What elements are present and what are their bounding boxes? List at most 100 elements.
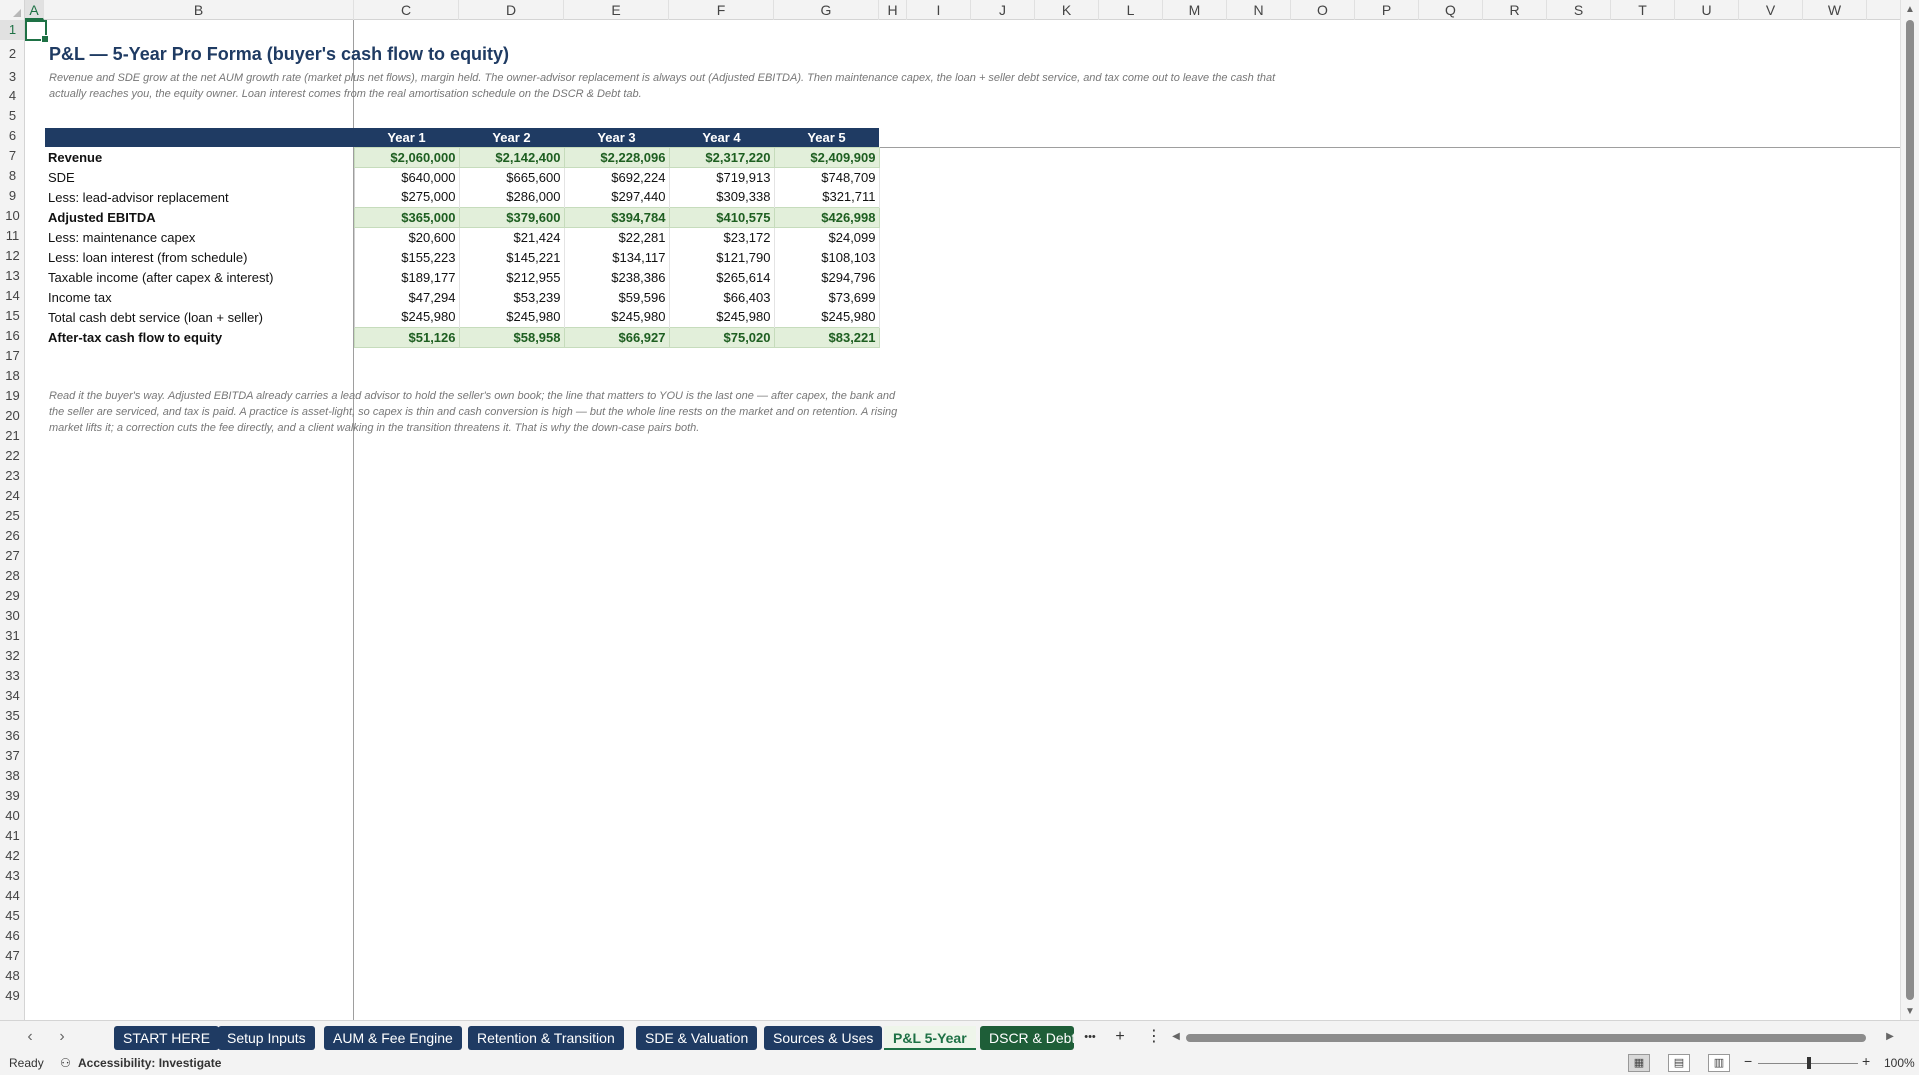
tab-sde-valuation[interactable]: SDE & Valuation (636, 1026, 758, 1050)
tab-aum-fee-engine[interactable]: AUM & Fee Engine (324, 1026, 462, 1050)
value-cell[interactable]: $394,784 (563, 206, 670, 228)
value-cell[interactable]: $66,927 (563, 326, 670, 348)
add-sheet-icon[interactable]: + (1110, 1027, 1130, 1047)
value-cell[interactable]: $379,600 (458, 206, 565, 228)
value-cell[interactable]: $692,224 (564, 167, 670, 187)
page-break-view-icon[interactable]: ▥ (1708, 1054, 1730, 1072)
column-header-w[interactable]: W (1803, 0, 1867, 20)
value-cell[interactable]: $275,000 (353, 187, 460, 207)
value-cell[interactable]: $53,239 (459, 287, 565, 307)
column-header-s[interactable]: S (1547, 0, 1611, 20)
tab-next-icon[interactable]: › (52, 1027, 72, 1047)
value-cell[interactable]: $2,317,220 (668, 146, 775, 168)
value-cell[interactable]: $665,600 (459, 167, 565, 187)
row-header-44[interactable]: 44 (0, 886, 24, 906)
row-header-10[interactable]: 10 (0, 206, 24, 226)
row-header-16[interactable]: 16 (0, 326, 24, 346)
row-header-19[interactable]: 19 (0, 386, 24, 406)
value-cell[interactable]: $748,709 (774, 167, 880, 187)
column-header-p[interactable]: P (1355, 0, 1419, 20)
value-cell[interactable]: $2,060,000 (353, 146, 460, 168)
row-header-26[interactable]: 26 (0, 526, 24, 546)
column-header-e[interactable]: E (564, 0, 669, 20)
value-cell[interactable]: $108,103 (774, 247, 880, 267)
horizontal-scrollbar[interactable] (1186, 1034, 1866, 1042)
row-header-27[interactable]: 27 (0, 546, 24, 566)
column-header-g[interactable]: G (774, 0, 879, 20)
scroll-down-icon[interactable]: ▼ (1905, 1006, 1915, 1017)
value-cell[interactable]: $47,294 (353, 287, 460, 307)
column-header-i[interactable]: I (907, 0, 971, 20)
value-cell[interactable]: $245,980 (459, 307, 565, 327)
value-cell[interactable]: $212,955 (459, 267, 565, 287)
column-header-u[interactable]: U (1675, 0, 1739, 20)
row-header-2[interactable]: 2 (0, 40, 24, 68)
value-cell[interactable]: $2,409,909 (773, 146, 880, 168)
column-header-q[interactable]: Q (1419, 0, 1483, 20)
value-cell[interactable]: $321,711 (774, 187, 880, 207)
tab-prev-icon[interactable]: ‹ (20, 1027, 40, 1047)
column-header-j[interactable]: J (971, 0, 1035, 20)
row-header-17[interactable]: 17 (0, 346, 24, 366)
row-header-22[interactable]: 22 (0, 446, 24, 466)
row-header-6[interactable]: 6 (0, 126, 24, 146)
value-cell[interactable]: $238,386 (564, 267, 670, 287)
value-cell[interactable]: $265,614 (669, 267, 775, 287)
value-cell[interactable]: $245,980 (564, 307, 670, 327)
row-header-43[interactable]: 43 (0, 866, 24, 886)
row-header-24[interactable]: 24 (0, 486, 24, 506)
row-header-14[interactable]: 14 (0, 286, 24, 306)
row-header-11[interactable]: 11 (0, 226, 24, 246)
value-cell[interactable]: $83,221 (773, 326, 880, 348)
row-header-28[interactable]: 28 (0, 566, 24, 586)
row-header-35[interactable]: 35 (0, 706, 24, 726)
vertical-scroll-thumb[interactable] (1906, 20, 1914, 1000)
tab-start-here[interactable]: START HERE (114, 1026, 220, 1050)
row-header-9[interactable]: 9 (0, 186, 24, 206)
row-header-40[interactable]: 40 (0, 806, 24, 826)
row-header-46[interactable]: 46 (0, 926, 24, 946)
row-header-5[interactable]: 5 (0, 106, 24, 126)
column-header-o[interactable]: O (1291, 0, 1355, 20)
column-header-l[interactable]: L (1099, 0, 1163, 20)
value-cell[interactable]: $294,796 (774, 267, 880, 287)
sheet-grid[interactable]: P&L — 5-Year Pro Forma (buyer's cash flo… (25, 20, 1900, 1020)
value-cell[interactable]: $245,980 (669, 307, 775, 327)
row-header-34[interactable]: 34 (0, 686, 24, 706)
value-cell[interactable]: $2,142,400 (458, 146, 565, 168)
value-cell[interactable]: $2,228,096 (563, 146, 670, 168)
value-cell[interactable]: $23,172 (669, 227, 775, 247)
row-header-20[interactable]: 20 (0, 406, 24, 426)
value-cell[interactable]: $426,998 (773, 206, 880, 228)
zoom-out-icon[interactable]: − (1744, 1053, 1752, 1069)
value-cell[interactable]: $20,600 (353, 227, 460, 247)
accessibility-status[interactable]: Accessibility: Investigate (78, 1056, 221, 1070)
row-header-31[interactable]: 31 (0, 626, 24, 646)
tab-retention-transition[interactable]: Retention & Transition (468, 1026, 624, 1050)
row-header-38[interactable]: 38 (0, 766, 24, 786)
value-cell[interactable]: $51,126 (353, 326, 460, 348)
tab-dscr-debt[interactable]: DSCR & Debt (980, 1026, 1074, 1050)
row-header-47[interactable]: 47 (0, 946, 24, 966)
value-cell[interactable]: $410,575 (668, 206, 775, 228)
normal-view-icon[interactable]: ▦ (1628, 1054, 1650, 1072)
hscroll-right-icon[interactable]: ▶ (1880, 1027, 1900, 1047)
row-header-23[interactable]: 23 (0, 466, 24, 486)
zoom-in-icon[interactable]: + (1862, 1053, 1870, 1069)
value-cell[interactable]: $155,223 (353, 247, 460, 267)
active-cell-a1[interactable] (25, 20, 49, 43)
row-header-15[interactable]: 15 (0, 306, 24, 326)
value-cell[interactable]: $58,958 (458, 326, 565, 348)
column-header-f[interactable]: F (669, 0, 774, 20)
value-cell[interactable]: $189,177 (353, 267, 460, 287)
column-header-t[interactable]: T (1611, 0, 1675, 20)
column-header-r[interactable]: R (1483, 0, 1547, 20)
column-header-b[interactable]: B (44, 0, 354, 20)
row-header-36[interactable]: 36 (0, 726, 24, 746)
sheet-options-icon[interactable]: ⋮ (1144, 1027, 1164, 1047)
value-cell[interactable]: $24,099 (774, 227, 880, 247)
row-header-45[interactable]: 45 (0, 906, 24, 926)
row-header-39[interactable]: 39 (0, 786, 24, 806)
row-header-42[interactable]: 42 (0, 846, 24, 866)
column-header-c[interactable]: C (354, 0, 459, 20)
